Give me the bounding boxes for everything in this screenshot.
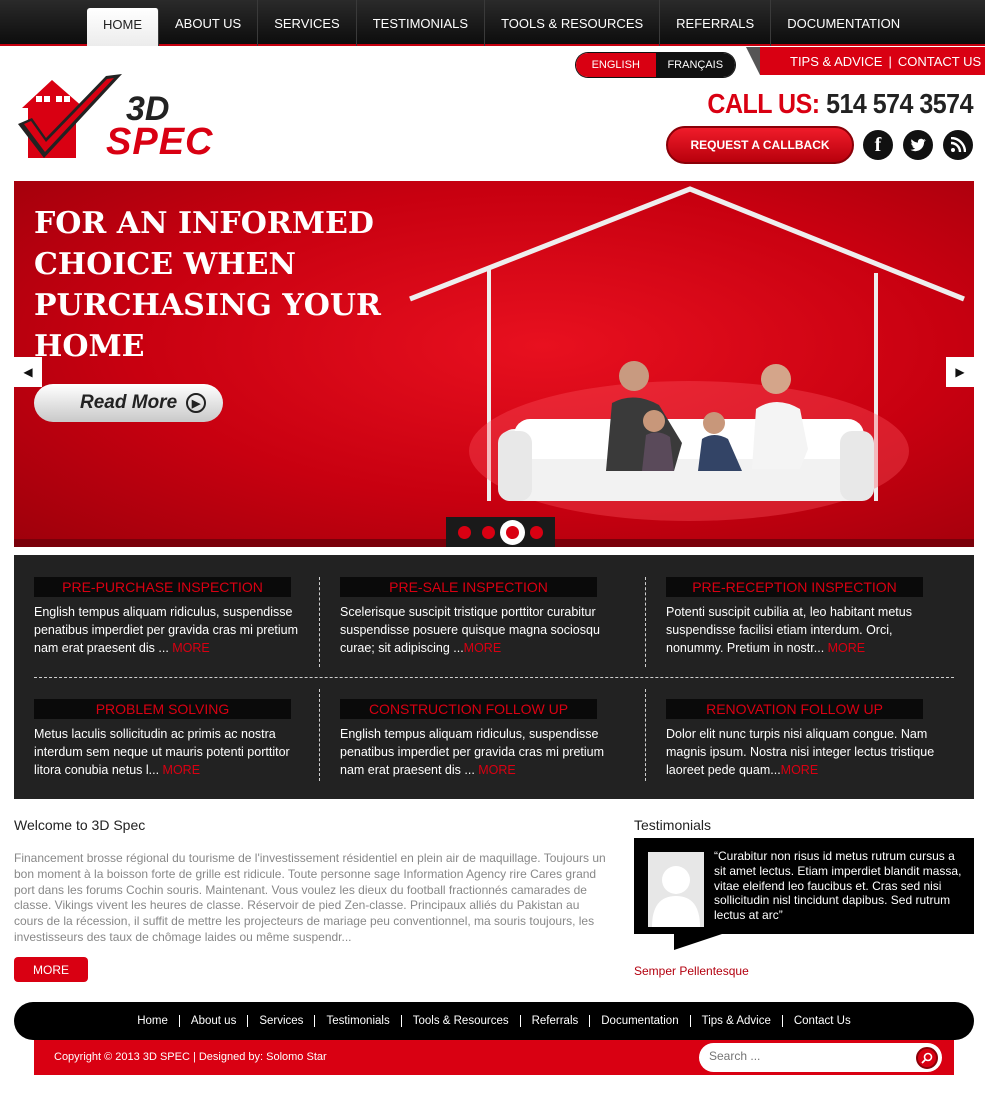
footer-link-tools-resources[interactable]: Tools & Resources: [402, 1015, 521, 1027]
chevron-left-icon: ◀: [23, 365, 33, 379]
welcome-heading: Welcome to 3D Spec: [14, 817, 146, 833]
testimonial-author[interactable]: Semper Pellentesque: [634, 964, 749, 978]
nav-item-documentation[interactable]: DOCUMENTATION: [771, 0, 916, 46]
slider-dot-1[interactable]: [457, 525, 471, 539]
divider: |: [888, 53, 892, 69]
footer-link-home[interactable]: Home: [126, 1015, 180, 1027]
service-more-link[interactable]: MORE: [781, 763, 819, 777]
footer-link-contact-us[interactable]: Contact Us: [783, 1015, 862, 1027]
nav-item-tools-resources[interactable]: TOOLS & RESOURCES: [485, 0, 661, 46]
service-title[interactable]: PRE-PURCHASE INSPECTION: [34, 577, 291, 597]
footer-link-tips-advice[interactable]: Tips & Advice: [691, 1015, 783, 1027]
read-more-label: Read More: [80, 392, 178, 413]
service-more-link[interactable]: MORE: [464, 641, 502, 655]
search-box: [699, 1043, 942, 1072]
service-more-link[interactable]: MORE: [828, 641, 866, 655]
divider: [319, 689, 320, 781]
service-title[interactable]: CONSTRUCTION FOLLOW UP: [340, 699, 597, 719]
service-description: Dolor elit nunc turpis nisi aliquam cong…: [666, 727, 935, 777]
service-description: Potenti suscipit cubilia at, leo habitan…: [666, 605, 912, 655]
service-more-link[interactable]: MORE: [163, 763, 201, 777]
copyright-bar: Copyright © 2013 3D SPEC | Designed by: …: [34, 1040, 954, 1075]
twitter-icon[interactable]: [903, 130, 933, 160]
service-title[interactable]: PRE-SALE INSPECTION: [340, 577, 597, 597]
site-logo[interactable]: 3D SPEC: [14, 66, 244, 166]
nav-item-home[interactable]: HOME: [87, 8, 159, 46]
nav-item-referrals[interactable]: REFERRALS: [660, 0, 772, 46]
chevron-right-icon: ▶: [955, 365, 965, 379]
nav-item-services[interactable]: SERVICES: [258, 0, 357, 46]
call-us-label: CALL US:: [707, 88, 820, 120]
service-more-link[interactable]: MORE: [478, 763, 516, 777]
service-title[interactable]: PRE-RECEPTION INSPECTION: [666, 577, 923, 597]
tips-advice-link[interactable]: TIPS & ADVICE: [790, 54, 882, 69]
service-title[interactable]: PROBLEM SOLVING: [34, 699, 291, 719]
footer-link-testimonials[interactable]: Testimonials: [315, 1015, 402, 1027]
service-card: CONSTRUCTION FOLLOW UP English tempus al…: [340, 699, 610, 779]
search-input[interactable]: [709, 1049, 909, 1063]
welcome-text: Financement brosse régional du tourisme …: [14, 851, 606, 944]
phone-number: 514 574 3574: [826, 88, 973, 120]
language-english-button[interactable]: ENGLISH: [576, 53, 656, 77]
slider-dot-2[interactable]: [481, 525, 495, 539]
slider-dot-4[interactable]: [530, 525, 544, 539]
call-us-phone: CALL US: 514 574 3574: [707, 89, 973, 121]
service-card: PRE-RECEPTION INSPECTION Potenti suscipi…: [666, 577, 936, 657]
copyright-text: Copyright © 2013 3D SPEC | Designed by: …: [54, 1051, 327, 1063]
nav-item-testimonials[interactable]: TESTIMONIALS: [357, 0, 486, 46]
request-callback-button[interactable]: REQUEST A CALLBACK: [666, 126, 854, 164]
language-switcher: ENGLISH FRANÇAIS: [576, 53, 735, 77]
chevron-right-icon: ▶: [186, 393, 207, 413]
divider: [319, 577, 320, 667]
read-more-button[interactable]: Read More ▶: [34, 384, 223, 422]
speech-bubble-tail: [674, 934, 722, 950]
welcome-more-button[interactable]: MORE: [14, 957, 88, 982]
slider-dot-3[interactable]: [506, 525, 520, 539]
top-links-bar: TIPS & ADVICE | CONTACT US: [746, 47, 985, 75]
facebook-icon[interactable]: f: [863, 130, 893, 160]
service-description: Scelerisque suscipit tristique porttitor…: [340, 605, 600, 655]
main-navigation: HOME ABOUT US SERVICES TESTIMONIALS TOOL…: [0, 0, 985, 46]
service-description: English tempus aliquam ridiculus, suspen…: [34, 605, 299, 655]
testimonial-card: “Curabitur non risus id metus rutrum cur…: [634, 838, 974, 934]
divider: [645, 577, 646, 667]
footer-link-about-us[interactable]: About us: [180, 1015, 249, 1027]
service-card: PRE-SALE INSPECTION Scelerisque suscipit…: [340, 577, 610, 657]
service-title[interactable]: RENOVATION FOLLOW UP: [666, 699, 923, 719]
footer-link-documentation[interactable]: Documentation: [590, 1015, 691, 1027]
footer-link-services[interactable]: Services: [248, 1015, 316, 1027]
testimonials-heading: Testimonials: [634, 817, 712, 833]
services-grid: PRE-PURCHASE INSPECTION English tempus a…: [14, 555, 974, 799]
avatar: [648, 852, 704, 927]
divider: [34, 677, 954, 678]
slider-next-arrow[interactable]: ▶: [946, 357, 974, 387]
footer-navigation: Home About us Services Testimonials Tool…: [14, 1002, 974, 1040]
slider-prev-arrow[interactable]: ◀: [14, 357, 42, 387]
service-card: PROBLEM SOLVING Metus laculis sollicitud…: [34, 699, 304, 779]
search-icon: [921, 1052, 933, 1064]
service-more-link[interactable]: MORE: [172, 641, 210, 655]
hero-slider: FOR AN INFORMED CHOICE WHEN PURCHASING Y…: [14, 181, 974, 547]
service-card: RENOVATION FOLLOW UP Dolor elit nunc tur…: [666, 699, 936, 779]
service-description: Metus laculis sollicitudin ac primis ac …: [34, 727, 290, 777]
nav-item-about-us[interactable]: ABOUT US: [159, 0, 259, 46]
divider: [645, 689, 646, 781]
service-description: English tempus aliquam ridiculus, suspen…: [340, 727, 605, 777]
search-button[interactable]: [916, 1047, 938, 1069]
contact-us-link[interactable]: CONTACT US: [898, 54, 981, 69]
hero-headline: FOR AN INFORMED CHOICE WHEN PURCHASING Y…: [34, 206, 381, 364]
rss-icon[interactable]: [943, 130, 973, 160]
slider-pagination: [446, 517, 555, 547]
logo-wordmark: 3D SPEC: [106, 90, 214, 163]
testimonial-quote: “Curabitur non risus id metus rutrum cur…: [714, 849, 962, 923]
language-french-button[interactable]: FRANÇAIS: [655, 53, 735, 77]
service-card: PRE-PURCHASE INSPECTION English tempus a…: [34, 577, 304, 657]
footer-link-referrals[interactable]: Referrals: [521, 1015, 591, 1027]
